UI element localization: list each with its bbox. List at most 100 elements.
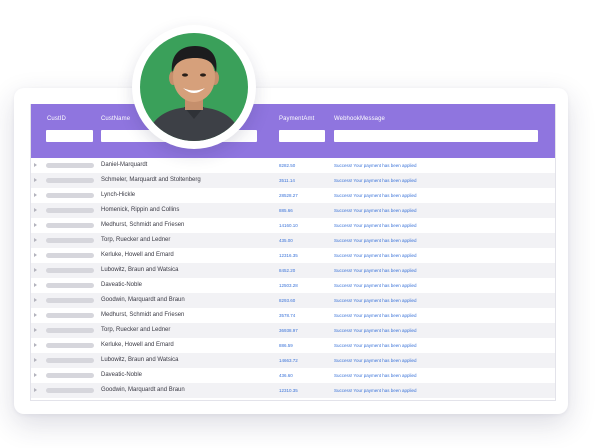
cell-custname: Medhurst, Schmidt and Friesen	[101, 312, 185, 318]
custid-placeholder	[46, 193, 94, 198]
cell-paymentamt: 435.00	[279, 237, 293, 243]
cell-custname: Lynch-Hickle	[101, 192, 136, 198]
custid-placeholder	[46, 163, 94, 168]
cell-webhookmessage: Success! Your payment has been applied	[334, 177, 417, 183]
cell-paymentamt: 36938.97	[279, 327, 298, 333]
cell-paymentamt: 8293.60	[279, 297, 296, 303]
cell-webhookmessage: Success! Your payment has been applied	[334, 387, 417, 393]
custid-placeholder	[46, 223, 94, 228]
cell-custname: Lubowitz, Braun and Watsica	[101, 267, 179, 273]
cell-paymentamt: 14160.10	[279, 222, 298, 228]
expand-row-icon[interactable]	[34, 343, 37, 347]
expand-row-icon[interactable]	[34, 178, 37, 182]
cell-webhookmessage: Success! Your payment has been applied	[334, 267, 417, 273]
cell-paymentamt: 886.59	[279, 342, 293, 348]
cell-custname: Daveatic-Noble	[101, 372, 143, 378]
custid-placeholder	[46, 358, 94, 363]
paymentamt-filter-input[interactable]	[279, 130, 325, 142]
cell-custname: Kerluke, Howell and Emard	[101, 252, 174, 258]
table-row[interactable]: Daveatic-Noble 12503.28 Success! Your paym…	[31, 278, 555, 293]
cell-custname: Homenick, Rippin and Collins	[101, 207, 180, 213]
expand-row-icon[interactable]	[34, 208, 37, 212]
expand-row-icon[interactable]	[34, 313, 37, 317]
expand-row-icon[interactable]	[34, 328, 37, 332]
cell-custname: Torp, Ruecker and Ledner	[101, 327, 171, 333]
custid-placeholder	[46, 328, 94, 333]
cell-paymentamt: 12316.35	[279, 252, 298, 258]
expand-row-icon[interactable]	[34, 163, 37, 167]
cell-custname: Daveatic-Noble	[101, 282, 143, 288]
cell-custname: Goodwin, Marquardt and Braun	[101, 387, 185, 393]
custid-placeholder	[46, 208, 94, 213]
table-row[interactable]: Daniel-Marquardt 8282.50 Success! Your pay…	[31, 158, 555, 173]
cell-paymentamt: 12310.35	[279, 387, 298, 393]
table-row[interactable]: Lynch-Hickle 28528.27 Success! Your paymen…	[31, 188, 555, 203]
custid-placeholder	[46, 373, 94, 378]
cell-webhookmessage: Success! Your payment has been applied	[334, 282, 417, 288]
cell-webhookmessage: Success! Your payment has been applied	[334, 327, 417, 333]
grid-body: Daniel-Marquardt 8282.50 Success! Your pay…	[31, 158, 555, 398]
cell-custname: Daniel-Marquardt	[101, 162, 148, 168]
column-header-custid[interactable]: CustID	[47, 116, 66, 122]
cell-custname: Lubowitz, Braun and Watsica	[101, 357, 179, 363]
expand-row-icon[interactable]	[34, 238, 37, 242]
cell-webhookmessage: Success! Your payment has been applied	[334, 192, 417, 198]
grid-header: CustID CustName PaymentAmt WebhookMessag…	[31, 104, 555, 158]
cell-paymentamt: 436.60	[279, 372, 293, 378]
page: CustID CustName PaymentAmt WebhookMessag…	[0, 0, 600, 448]
table-row[interactable]: Kerluke, Howell and Emard 12316.35 Success…	[31, 248, 555, 263]
table-row[interactable]: Schmeler, Marquardt and Stoltenberg 3511.…	[31, 173, 555, 188]
expand-row-icon[interactable]	[34, 193, 37, 197]
cell-paymentamt: 885.66	[279, 207, 293, 213]
expand-row-icon[interactable]	[34, 298, 37, 302]
cell-paymentamt: 28528.27	[279, 192, 298, 198]
expand-row-icon[interactable]	[34, 358, 37, 362]
cell-paymentamt: 14663.72	[279, 357, 298, 363]
cell-custname: Kerluke, Howell and Emard	[101, 342, 174, 348]
cell-custname: Torp, Ruecker and Ledner	[101, 237, 171, 243]
custid-placeholder	[46, 343, 94, 348]
cell-webhookmessage: Success! Your payment has been applied	[334, 342, 417, 348]
table-row[interactable]: Goodwin, Marquardt and Braun 8293.60 Succe…	[31, 293, 555, 308]
column-header-custname[interactable]: CustName	[101, 116, 130, 122]
cell-custname: Medhurst, Schmidt and Friesen	[101, 222, 185, 228]
cell-webhookmessage: Success! Your payment has been applied	[334, 237, 417, 243]
cell-webhookmessage: Success! Your payment has been applied	[334, 207, 417, 213]
custid-placeholder	[46, 298, 94, 303]
column-header-webhookmessage[interactable]: WebhookMessage	[334, 116, 385, 122]
custid-placeholder	[46, 268, 94, 273]
column-header-paymentamt[interactable]: PaymentAmt	[279, 116, 314, 122]
custid-placeholder	[46, 253, 94, 258]
table-row[interactable]: Medhurst, Schmidt and Friesen 3578.74 Succ…	[31, 308, 555, 323]
cell-paymentamt: 8452.20	[279, 267, 296, 273]
table-row[interactable]: Torp, Ruecker and Ledner 36938.97 Success!…	[31, 323, 555, 338]
cell-webhookmessage: Success! Your payment has been applied	[334, 312, 417, 318]
table-row[interactable]: Goodwin, Marquardt and Braun 12310.35 Succ…	[31, 383, 555, 398]
custid-placeholder	[46, 313, 94, 318]
cell-webhookmessage: Success! Your payment has been applied	[334, 297, 417, 303]
cell-custname: Schmeler, Marquardt and Stoltenberg	[101, 177, 201, 183]
expand-row-icon[interactable]	[34, 268, 37, 272]
table-row[interactable]: Medhurst, Schmidt and Friesen 14160.10 Suc…	[31, 218, 555, 233]
table-row[interactable]: Kerluke, Howell and Emard 886.59 Success! …	[31, 338, 555, 353]
table-row[interactable]: Homenick, Rippin and Collins 885.66 Succes…	[31, 203, 555, 218]
custid-placeholder	[46, 283, 94, 288]
expand-row-icon[interactable]	[34, 283, 37, 287]
custid-filter-input[interactable]	[46, 130, 93, 142]
table-row[interactable]: Daveatic-Noble 436.60 Success! Your paymen…	[31, 368, 555, 383]
expand-row-icon[interactable]	[34, 253, 37, 257]
custid-placeholder	[46, 178, 94, 183]
expand-row-icon[interactable]	[34, 223, 37, 227]
expand-row-icon[interactable]	[34, 388, 37, 392]
table-row[interactable]: Torp, Ruecker and Ledner 435.00 Success! Y…	[31, 233, 555, 248]
data-grid: CustID CustName PaymentAmt WebhookMessag…	[30, 104, 556, 401]
table-row[interactable]: Lubowitz, Braun and Watsica 8452.20 Succes…	[31, 263, 555, 278]
expand-row-icon[interactable]	[34, 373, 37, 377]
cell-webhookmessage: Success! Your payment has been applied	[334, 162, 417, 168]
cell-custname: Goodwin, Marquardt and Braun	[101, 297, 185, 303]
avatar	[132, 25, 256, 149]
cell-paymentamt: 8282.50	[279, 162, 296, 168]
webhookmessage-filter-input[interactable]	[334, 130, 538, 142]
custid-placeholder	[46, 238, 94, 243]
table-row[interactable]: Lubowitz, Braun and Watsica 14663.72 Succe…	[31, 353, 555, 368]
